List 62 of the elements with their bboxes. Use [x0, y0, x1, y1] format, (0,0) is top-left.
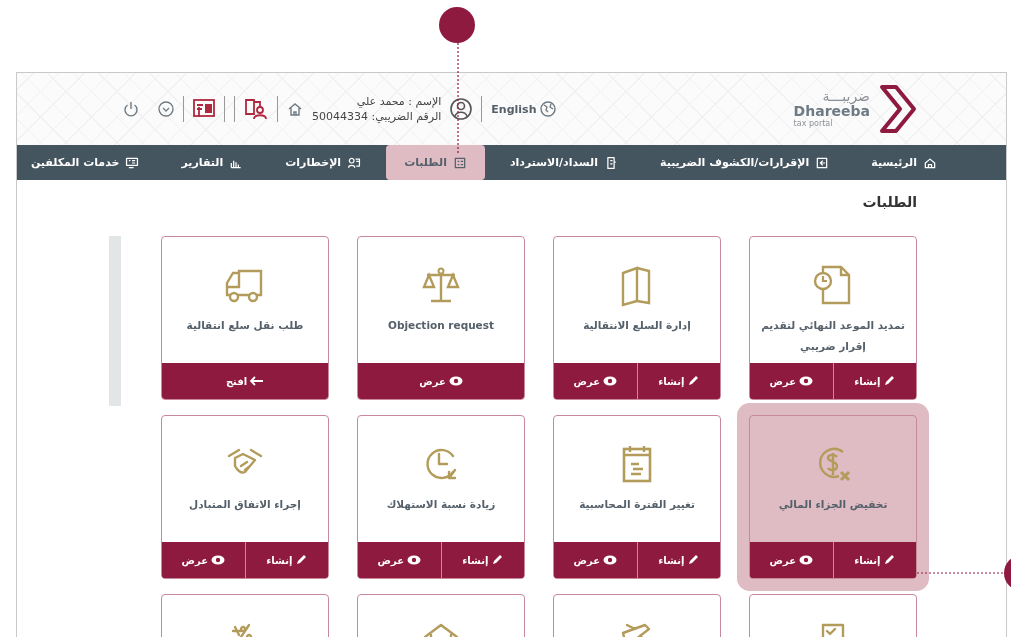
- board-icon: [125, 155, 140, 170]
- view-button[interactable]: عرض: [358, 542, 442, 578]
- pencil-icon: [687, 554, 700, 566]
- tax-id: الرقم الضريبي: 50044334: [312, 109, 442, 124]
- view-button[interactable]: عرض: [750, 542, 834, 578]
- eye-icon: [799, 376, 813, 386]
- eye-icon: [603, 376, 617, 386]
- service-card[interactable]: تغيير الفترة المحاسبية إنشاء عرض: [553, 415, 721, 579]
- callout-marker: [439, 7, 475, 43]
- home-icon[interactable]: [287, 101, 303, 117]
- logo-tagline: tax portal: [793, 119, 833, 129]
- list-icon: [452, 155, 467, 170]
- eye-icon: [603, 555, 617, 565]
- card-title: إجراء الاتفاق المتبادل: [188, 497, 302, 513]
- service-card[interactable]: تمديد الموعد النهائي لتقديم إقرار ضريبي إنشاء عرض: [749, 236, 917, 400]
- pencil-icon: [883, 554, 896, 566]
- eye-icon: [211, 555, 225, 565]
- eye-icon: [799, 555, 813, 565]
- nav-tab[interactable]: السداد/الاسترداد: [488, 145, 639, 180]
- language-link[interactable]: English: [491, 102, 537, 116]
- logo-icon: [878, 83, 918, 135]
- chevron-down-icon[interactable]: [158, 101, 174, 117]
- card-title: تخفيض الجزاء المالي: [777, 497, 889, 513]
- page-title: الطلبات: [861, 193, 918, 212]
- user-book-icon[interactable]: [244, 98, 268, 120]
- eye-icon: [448, 376, 463, 386]
- service-card[interactable]: إدارة السلع الانتقالية إنشاء عرض: [553, 236, 721, 400]
- nav-tab[interactable]: التقارير: [160, 145, 265, 180]
- user-document-icon: [347, 155, 362, 170]
- logo-arabic-text: ضريبـــة: [822, 89, 870, 104]
- document-icon: [815, 155, 830, 170]
- view-button[interactable]: عرض: [750, 363, 834, 399]
- card-title: Objection request: [387, 318, 495, 333]
- user-icon[interactable]: [450, 98, 473, 120]
- pencil-icon: [491, 554, 504, 566]
- nav-tab[interactable]: الإخطارات: [264, 145, 383, 180]
- nav-tab[interactable]: الرئيسية: [850, 145, 958, 180]
- pencil-icon: [687, 375, 700, 387]
- nav-tab[interactable]: الطلبات: [386, 145, 485, 180]
- card-title: إدارة السلع الانتقالية: [582, 318, 692, 334]
- pencil-icon: [295, 554, 308, 566]
- service-card[interactable]: زيادة نسبة الاستهلاك إنشاء عرض: [357, 415, 525, 579]
- id-card-icon[interactable]: [193, 99, 215, 119]
- nav-tab[interactable]: خدمات المكلفين: [9, 145, 161, 180]
- card-title: تمديد الموعد النهائي لتقديم إقرار ضريبي: [760, 318, 906, 355]
- pencil-icon: [883, 375, 896, 387]
- power-icon[interactable]: [123, 101, 139, 117]
- card-title: تغيير الفترة المحاسبية: [578, 497, 696, 513]
- service-card[interactable]: طلب نقل سلع انتقالية افتح: [161, 236, 329, 400]
- arrow-icon: [250, 376, 265, 386]
- eye-icon: [407, 555, 421, 565]
- globe-icon[interactable]: [540, 101, 557, 117]
- card-title: طلب نقل سلع انتقالية: [185, 318, 305, 334]
- view-button[interactable]: عرض: [162, 542, 246, 578]
- view-button[interactable]: عرض: [554, 363, 638, 399]
- service-card[interactable]: إجراء الاتفاق المتبادل إنشاء عرض: [161, 415, 329, 579]
- nav-tab[interactable]: الإقرارات/الكشوف الضريبية: [638, 145, 851, 180]
- view-button[interactable]: عرض: [554, 542, 638, 578]
- scrollbar[interactable]: [109, 236, 121, 406]
- user-name: الإسم : محمد علي: [356, 94, 442, 109]
- card-title: زيادة نسبة الاستهلاك: [385, 497, 497, 513]
- logo-name: Dhareeba: [793, 104, 870, 119]
